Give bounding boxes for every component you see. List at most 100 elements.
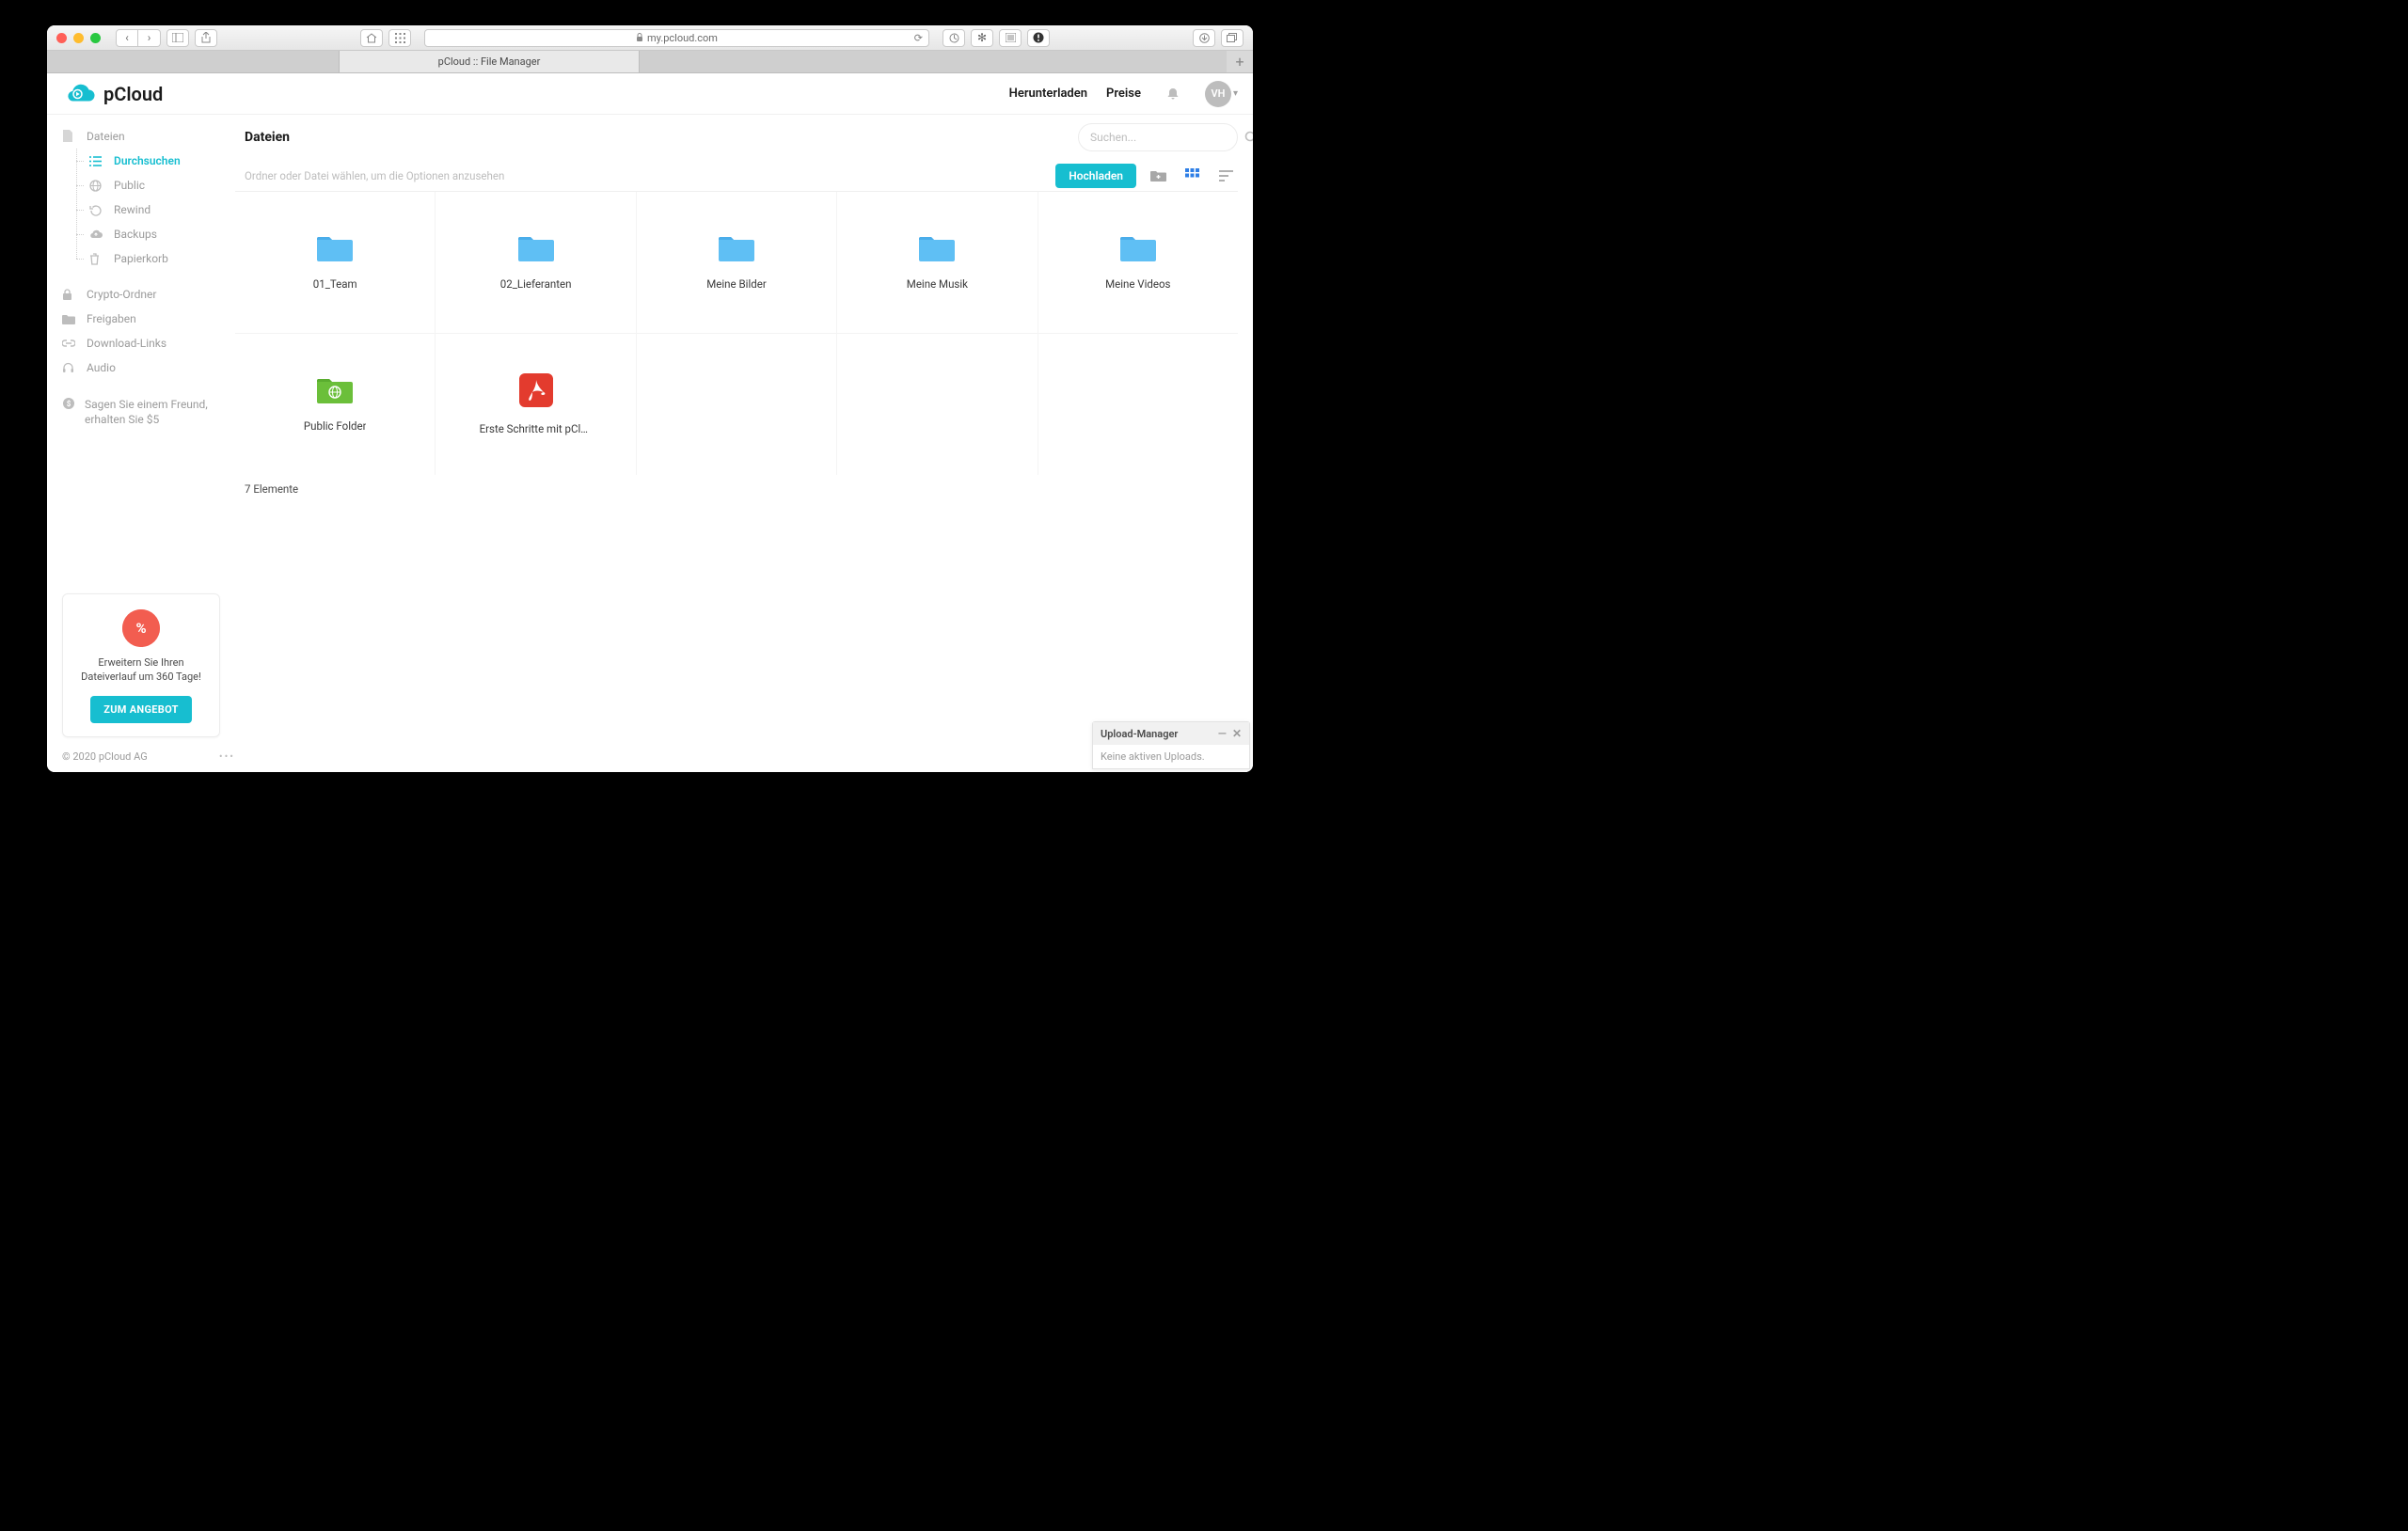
url-bar[interactable]: my.pcloud.com ⟳ bbox=[424, 29, 929, 47]
upload-manager-title: Upload-Manager bbox=[1101, 728, 1178, 740]
share-icon[interactable] bbox=[195, 29, 217, 47]
safari-toolbar: ‹ › my.pcloud.com ⟳ ✻ bbox=[47, 25, 1253, 51]
alert-icon[interactable] bbox=[1027, 29, 1050, 47]
sidebar-footer: © 2020 pCloud AG ••• bbox=[62, 750, 235, 763]
sidebar-label: Audio bbox=[87, 361, 116, 374]
dollar-icon: $ bbox=[62, 397, 75, 410]
tile-label: 02_Lieferanten bbox=[500, 277, 572, 291]
lock-icon bbox=[62, 289, 77, 301]
sidebar-label: Papierkorb bbox=[114, 252, 168, 265]
rewind-icon bbox=[89, 204, 104, 216]
tile-label: Erste Schritte mit pClo... bbox=[480, 422, 593, 435]
url-host: my.pcloud.com bbox=[647, 32, 718, 44]
sidebar-toggle-icon[interactable] bbox=[166, 29, 189, 47]
promo-badge-icon: % bbox=[122, 609, 160, 647]
trash-icon bbox=[89, 253, 104, 265]
sidebar-referral[interactable]: $ Sagen Sie einem Freund, erhalten Sie $… bbox=[62, 397, 235, 427]
file-tile-pdf[interactable]: Erste Schritte mit pClo... bbox=[436, 334, 635, 475]
downloads-icon[interactable] bbox=[1193, 29, 1215, 47]
browser-window: ‹ › my.pcloud.com ⟳ ✻ bbox=[47, 25, 1253, 772]
cloud-upload-icon bbox=[89, 229, 104, 240]
nav-pricing[interactable]: Preise bbox=[1106, 87, 1141, 101]
folder-icon bbox=[719, 234, 754, 262]
app-area: pCloud Herunterladen Preise VH ▾ bbox=[47, 73, 1253, 772]
link-icon bbox=[62, 339, 77, 347]
folder-tile[interactable]: Meine Musik bbox=[837, 192, 1037, 333]
promo-cta-button[interactable]: ZUM ANGEBOT bbox=[90, 696, 192, 723]
sidebar-label: Backups bbox=[114, 228, 157, 241]
sort-icon[interactable] bbox=[1213, 164, 1238, 188]
upload-manager-header[interactable]: Upload-Manager — ✕ bbox=[1093, 722, 1249, 745]
search-input[interactable] bbox=[1078, 123, 1238, 151]
tile-label: Meine Bilder bbox=[706, 277, 766, 291]
sidebar-label: Rewind bbox=[114, 203, 150, 216]
brand-logo[interactable]: pCloud bbox=[47, 83, 235, 105]
bell-icon[interactable] bbox=[1165, 87, 1180, 102]
folder-tile[interactable]: 02_Lieferanten bbox=[436, 192, 635, 333]
tab-strip: pCloud :: File Manager + bbox=[47, 51, 1253, 73]
minimize-icon[interactable]: — bbox=[1218, 727, 1227, 740]
forward-button[interactable]: › bbox=[138, 29, 161, 47]
shared-folder-icon bbox=[62, 314, 77, 324]
tab-active[interactable]: pCloud :: File Manager bbox=[339, 51, 640, 73]
user-menu[interactable]: VH ▾ bbox=[1205, 81, 1238, 107]
tile-label: Meine Videos bbox=[1105, 277, 1170, 291]
search-icon bbox=[1244, 131, 1253, 145]
close-icon[interactable]: ✕ bbox=[1232, 727, 1242, 740]
tab-title: pCloud :: File Manager bbox=[438, 55, 541, 68]
minimize-icon[interactable] bbox=[73, 33, 84, 43]
sidebar-item-trash[interactable]: Papierkorb bbox=[76, 246, 235, 271]
upload-manager-status: Keine aktiven Uploads. bbox=[1093, 745, 1249, 768]
more-icon[interactable]: ••• bbox=[219, 750, 235, 763]
folder-tile[interactable]: Meine Videos bbox=[1038, 192, 1238, 333]
settings-gear-icon[interactable]: ✻ bbox=[971, 29, 993, 47]
sidebar-item-crypto[interactable]: Crypto-Ordner bbox=[62, 282, 235, 307]
tile-label: Public Folder bbox=[304, 419, 367, 433]
sidebar-item-browse[interactable]: Durchsuchen bbox=[76, 149, 235, 173]
sidebar-item-files[interactable]: Dateien bbox=[62, 124, 235, 149]
main-content: Dateien Ordner oder Datei wählen, um die… bbox=[235, 115, 1253, 772]
tabs-icon[interactable] bbox=[1221, 29, 1244, 47]
folder-icon bbox=[1120, 234, 1156, 262]
sidebar-label: Download-Links bbox=[87, 337, 166, 350]
folder-tile-public[interactable]: Public Folder bbox=[235, 334, 435, 475]
privacy-icon[interactable] bbox=[943, 29, 965, 47]
upload-button[interactable]: Hochladen bbox=[1055, 164, 1136, 188]
close-icon[interactable] bbox=[56, 33, 67, 43]
avatar: VH bbox=[1205, 81, 1231, 107]
maximize-icon[interactable] bbox=[90, 33, 101, 43]
sidebar-item-links[interactable]: Download-Links bbox=[62, 331, 235, 355]
sidebar-item-public[interactable]: Public bbox=[76, 173, 235, 197]
promo-text: Erweitern Sie Ihren Dateiverlauf um 360 … bbox=[74, 656, 208, 685]
window-controls[interactable] bbox=[56, 33, 101, 43]
folder-tile[interactable]: 01_Team bbox=[235, 192, 435, 333]
folder-tile[interactable]: Meine Bilder bbox=[637, 192, 836, 333]
sidebar-label: Crypto-Ordner bbox=[87, 288, 156, 301]
page-title: Dateien bbox=[245, 130, 290, 145]
back-button[interactable]: ‹ bbox=[116, 29, 138, 47]
grid-view-icon[interactable] bbox=[1180, 164, 1204, 188]
sidebar-label: Durchsuchen bbox=[114, 154, 181, 167]
app-header: pCloud Herunterladen Preise VH ▾ bbox=[47, 73, 1253, 115]
folder-icon bbox=[317, 234, 353, 262]
brand-text: pCloud bbox=[103, 83, 163, 105]
toolbar-hint: Ordner oder Datei wählen, um die Optione… bbox=[245, 169, 504, 182]
sidebar-item-backups[interactable]: Backups bbox=[76, 222, 235, 246]
nav-download[interactable]: Herunterladen bbox=[1009, 87, 1087, 101]
reader-icon[interactable] bbox=[999, 29, 1022, 47]
cloud-icon bbox=[62, 83, 96, 105]
chevron-down-icon: ▾ bbox=[1233, 88, 1238, 99]
new-tab-button[interactable]: + bbox=[1227, 51, 1253, 73]
home-icon[interactable] bbox=[360, 29, 383, 47]
file-grid: 01_Team 02_Lieferanten Meine Bilder bbox=[235, 192, 1238, 333]
sidebar-item-audio[interactable]: Audio bbox=[62, 355, 235, 380]
copyright: © 2020 pCloud AG bbox=[62, 750, 148, 763]
nav-back-forward[interactable]: ‹ › bbox=[116, 29, 161, 47]
sidebar-item-rewind[interactable]: Rewind bbox=[76, 197, 235, 222]
new-folder-icon[interactable] bbox=[1146, 164, 1170, 188]
apps-grid-icon[interactable] bbox=[388, 29, 411, 47]
reload-icon[interactable]: ⟳ bbox=[914, 32, 923, 44]
tile-label: Meine Musik bbox=[907, 277, 968, 291]
sidebar-item-shares[interactable]: Freigaben bbox=[62, 307, 235, 331]
promo-card: % Erweitern Sie Ihren Dateiverlauf um 36… bbox=[62, 593, 220, 737]
